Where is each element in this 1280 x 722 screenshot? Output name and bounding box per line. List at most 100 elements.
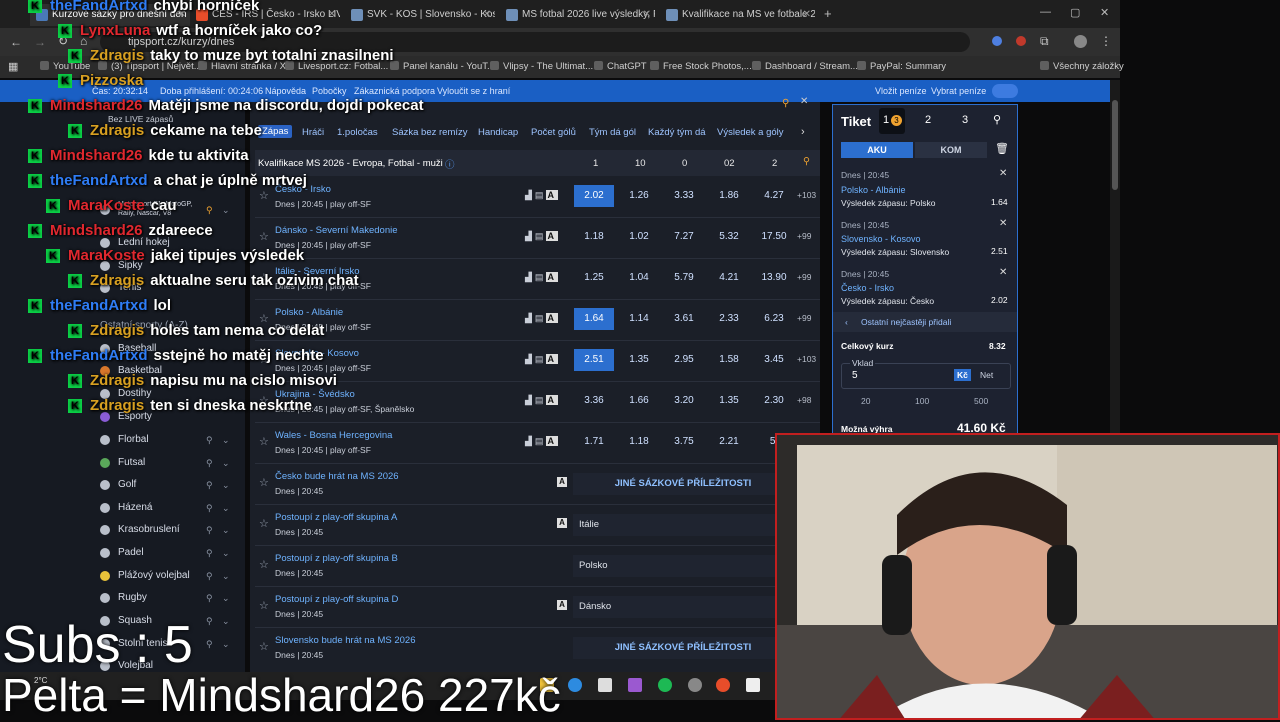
scrollbar-thumb[interactable]: [1112, 100, 1118, 190]
match-teams[interactable]: Wales - Bosna Hercegovina: [275, 430, 392, 441]
chevron-down-icon[interactable]: ⌄: [222, 634, 230, 654]
browser-tab[interactable]: MS fotbal 2026 live výsledky, Fo...✕: [500, 4, 655, 26]
odd-button[interactable]: 4.21: [709, 267, 749, 289]
suggestions-row[interactable]: ‹ Ostatní nejčastěji přidali: [833, 312, 1017, 332]
sidebar-item-beach-volleyball[interactable]: Plážový volejbal ⚲ ⌄: [100, 566, 240, 586]
pin-icon[interactable]: ⚲: [206, 543, 213, 563]
stats-icon[interactable]: ▟▤A: [525, 395, 558, 406]
special-row[interactable]: ☆ Postoupí z play-off skupina B Dnes | 2…: [255, 546, 820, 587]
odd-button[interactable]: 1.58: [709, 349, 749, 371]
profile-avatar[interactable]: [1074, 35, 1087, 48]
odd-button[interactable]: 3.36: [574, 390, 614, 412]
aku-toggle[interactable]: AKU: [841, 142, 913, 158]
pin-icon[interactable]: ⚲: [206, 453, 213, 473]
odd-button[interactable]: 3.61: [664, 308, 704, 330]
match-teams[interactable]: Polsko - Albánie: [275, 307, 343, 318]
sidebar-item-rugby[interactable]: Rugby ⚲ ⌄: [100, 588, 240, 608]
spotify-icon[interactable]: [658, 678, 672, 692]
odd-button[interactable]: 4.27: [754, 185, 794, 207]
pin-icon[interactable]: ⚲: [206, 611, 213, 631]
currency-kc-toggle[interactable]: Kč: [954, 369, 971, 381]
odd-button[interactable]: 6.23: [754, 308, 794, 330]
odd-button[interactable]: 2.95: [664, 349, 704, 371]
back-icon[interactable]: ←: [10, 35, 22, 49]
sidebar-item-figure-skating[interactable]: Krasobruslení ⚲ ⌄: [100, 520, 240, 540]
odd-button[interactable]: 17.50: [754, 226, 794, 248]
special-title[interactable]: Postoupí z play-off skupina A: [275, 512, 397, 523]
currency-net-toggle[interactable]: Net: [980, 370, 993, 380]
other-bets-button[interactable]: JINÉ SÁZKOVÉ PŘÍLEŽITOSTI: [573, 473, 793, 495]
match-teams[interactable]: Dánsko - Severní Makedonie: [275, 225, 398, 236]
browser-tab[interactable]: Kvalifikace na MS ve fotbale 20...✕: [660, 4, 815, 26]
remove-bet-icon[interactable]: ✕: [999, 218, 1007, 229]
extensions-puzzle-icon[interactable]: ⧉: [1040, 34, 1049, 49]
bet-match[interactable]: Slovensko - Kosovo: [841, 234, 921, 244]
kom-toggle[interactable]: KOM: [915, 142, 987, 158]
sidebar-item-futsal[interactable]: Futsal ⚲ ⌄: [100, 453, 240, 473]
maximize-icon[interactable]: ▢: [1070, 6, 1080, 19]
match-row[interactable]: ☆ Slovensko - Kosovo Dnes | 20:45 | play…: [255, 341, 820, 382]
odd-button[interactable]: 2.30: [754, 390, 794, 412]
close-window-icon[interactable]: ✕: [1100, 6, 1109, 19]
stats-icon[interactable]: ▟▤A: [525, 190, 558, 201]
chevron-down-icon[interactable]: ⌄: [222, 200, 230, 220]
odd-button[interactable]: 1.18: [619, 431, 659, 453]
odd-button[interactable]: 1.64: [574, 308, 614, 330]
odd-button[interactable]: 13.90: [754, 267, 794, 289]
withdraw-link[interactable]: Vybrat peníze: [931, 86, 986, 96]
odd-button[interactable]: 1.86: [709, 185, 749, 207]
favorite-star-icon[interactable]: ☆: [259, 230, 269, 243]
special-row[interactable]: ☆ Postoupí z play-off skupina D Dnes | 2…: [255, 587, 820, 628]
favorite-star-icon[interactable]: ☆: [259, 599, 269, 612]
chevron-down-icon[interactable]: ⌄: [222, 611, 230, 631]
special-title[interactable]: Česko bude hrát na MS 2026: [275, 471, 399, 482]
stake-input[interactable]: Vklad 5 Kč Net: [841, 358, 1011, 389]
other-bets-button[interactable]: JINÉ SÁZKOVÉ PŘÍLEŽITOSTI: [573, 637, 793, 659]
quick-stake-button[interactable]: 500: [974, 396, 988, 406]
close-icon[interactable]: ✕: [483, 4, 491, 26]
match-row[interactable]: ☆ Wales - Bosna Hercegovina Dnes | 20:45…: [255, 423, 820, 464]
filter-tab[interactable]: Tým dá gól: [589, 127, 636, 138]
odd-button[interactable]: 2.02: [574, 185, 614, 207]
sidebar-item-floorball[interactable]: Florbal ⚲ ⌄: [100, 430, 240, 450]
info-icon[interactable]: ⓘ: [445, 157, 455, 171]
bookmark-free-stock[interactable]: Free Stock Photos,...: [650, 61, 752, 72]
filter-tab[interactable]: Výsledek a góly: [717, 127, 784, 138]
apps-grid-icon[interactable]: ▦: [8, 60, 18, 73]
more-markets[interactable]: +98: [797, 395, 811, 405]
stats-icon[interactable]: ▟▤A: [525, 436, 558, 447]
trash-icon[interactable]: 🗑: [995, 142, 1009, 155]
new-tab-icon[interactable]: +: [824, 6, 832, 21]
chevron-down-icon[interactable]: ⌄: [222, 453, 230, 473]
odd-button[interactable]: 5.79: [664, 267, 704, 289]
more-markets[interactable]: +99: [797, 231, 811, 241]
special-select[interactable]: Itálie: [573, 514, 793, 536]
pin-icon[interactable]: ⚲: [206, 566, 213, 586]
pin-icon[interactable]: ⚲: [993, 113, 1001, 126]
special-row[interactable]: ☆ Slovensko bude hrát na MS 2026 Dnes | …: [255, 628, 820, 668]
more-markets[interactable]: +99: [797, 313, 811, 323]
quick-stake-button[interactable]: 20: [861, 396, 870, 406]
bookmark-youtube-studio[interactable]: Panel kanálu - YouT...: [390, 61, 495, 72]
odd-button[interactable]: 5.32: [709, 226, 749, 248]
bookmark-all-folder[interactable]: Všechny záložky: [1040, 61, 1124, 72]
favorite-star-icon[interactable]: ☆: [259, 517, 269, 530]
sidebar-item-padel[interactable]: Padel ⚲ ⌄: [100, 543, 240, 563]
pin-icon[interactable]: ⚲: [803, 156, 810, 167]
capcut-icon[interactable]: [746, 678, 760, 692]
pin-icon[interactable]: ⚲: [206, 430, 213, 450]
chevron-left-icon[interactable]: ‹: [845, 317, 848, 327]
stats-icon[interactable]: ▟▤A: [525, 354, 558, 365]
odd-button[interactable]: 1.14: [619, 308, 659, 330]
help-link[interactable]: Nápověda: [265, 86, 306, 96]
more-markets[interactable]: +99: [797, 272, 811, 282]
menu-kebab-icon[interactable]: ⋮: [1100, 34, 1112, 48]
special-row[interactable]: ☆ Postoupí z play-off skupina A Dnes | 2…: [255, 505, 820, 546]
pin-icon[interactable]: ⚲: [206, 200, 213, 220]
support-link[interactable]: Zákaznická podpora: [354, 86, 435, 96]
odd-button[interactable]: 3.33: [664, 185, 704, 207]
pin-icon[interactable]: ⚲: [206, 588, 213, 608]
pin-icon[interactable]: ⚲: [782, 98, 789, 109]
bookmark-chatgpt[interactable]: ChatGPT: [594, 61, 647, 72]
match-row[interactable]: ☆ Česko - Irsko Dnes | 20:45 | play off-…: [255, 177, 820, 218]
